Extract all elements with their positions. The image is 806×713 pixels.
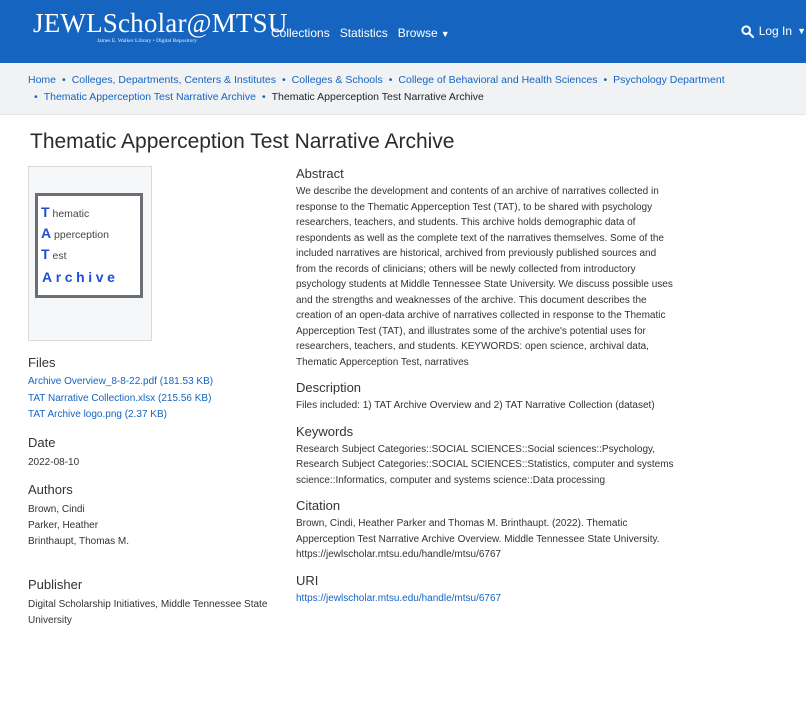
author-name: Parker, Heather	[28, 519, 99, 531]
logo-line-archive: Archive	[42, 269, 119, 285]
citation-heading: Citation	[296, 498, 341, 513]
abstract-text: We describe the development and contents…	[296, 186, 673, 368]
uri-link[interactable]: https://jewlscholar.mtsu.edu/handle/mtsu…	[296, 593, 501, 604]
file-link-overview-pdf[interactable]: Archive Overview_8-8-22.pdf (181.53 KB)	[28, 376, 213, 387]
search-icon	[741, 24, 754, 38]
logo-line-apperception: A pperception	[41, 225, 109, 241]
page-title: Thematic Apperception Test Narrative Arc…	[30, 130, 455, 153]
file-link-logo-png[interactable]: TAT Archive logo.png (2.37 KB)	[28, 409, 167, 420]
brand-title: JEWLScholar@MTSU	[33, 8, 288, 38]
right-column: Abstract We describe the development and…	[296, 166, 676, 606]
breadcrumb: Home • Colleges, Departments, Centers & In…	[0, 63, 806, 115]
publisher-value: Digital Scholarship Initiatives, Middle …	[28, 598, 268, 626]
login-button[interactable]: Log In ▼	[741, 24, 806, 38]
keywords-heading: Keywords	[296, 423, 354, 439]
abstract-heading: Abstract	[296, 166, 344, 181]
brand-subtitle: James E. Walker Library • Digital Reposi…	[97, 38, 197, 44]
site-logo[interactable]: JEWLScholar@MTSU James E. Walker Library…	[33, 8, 288, 44]
file-link-narrative-xlsx[interactable]: TAT Narrative Collection.xlsx (215.56 KB…	[28, 393, 211, 404]
breadcrumb-home[interactable]: Home	[28, 74, 56, 86]
logo-line-thematic: T hematic	[41, 204, 90, 220]
nav-collections[interactable]: Collections	[271, 26, 330, 40]
keywords-text: Research Subject Categories::SOCIAL SCIE…	[296, 443, 674, 486]
breadcrumb-separator: •	[261, 91, 266, 103]
breadcrumb-separator: •	[281, 74, 286, 86]
nav-browse[interactable]: Browse ▼	[398, 26, 450, 40]
left-column: T hematic A pperception T est Archive Fi…	[28, 166, 278, 629]
logo-line-test: T est	[41, 246, 67, 262]
breadcrumb-colleges-schools[interactable]: Colleges & Schools	[292, 74, 383, 86]
breadcrumb-colleges-departments[interactable]: Colleges, Departments, Centers & Institu…	[72, 74, 276, 86]
breadcrumb-separator: •	[34, 91, 38, 103]
authors-list: Brown, Cindi Parker, Heather Brinthaupt,…	[28, 502, 278, 550]
caret-down-icon: ▼	[440, 29, 450, 39]
site-header: JEWLScholar@MTSU James E. Walker Library…	[0, 0, 806, 63]
breadcrumb-college-behavioral[interactable]: College of Behavioral and Health Science…	[398, 74, 597, 86]
breadcrumb-psychology[interactable]: Psychology Department	[613, 74, 724, 86]
breadcrumb-current: Thematic Apperception Test Narrative Arc…	[271, 91, 484, 103]
author-name: Brown, Cindi	[28, 503, 85, 515]
caret-down-icon: ▼	[797, 26, 806, 36]
date-heading: Date	[28, 434, 56, 450]
description-heading: Description	[296, 380, 362, 395]
citation-text: Brown, Cindi, Heather Parker and Thomas …	[296, 518, 660, 560]
uri-heading: URI	[296, 572, 319, 588]
files-list: Archive Overview_8-8-22.pdf (181.53 KB) …	[28, 374, 278, 424]
breadcrumb-separator: •	[388, 74, 393, 86]
date-value: 2022-08-10	[28, 456, 80, 468]
files-heading: Files	[28, 355, 56, 370]
nav-browse-label: Browse	[397, 26, 438, 40]
login-label: Log In	[758, 24, 793, 38]
nav-statistics[interactable]: Statistics	[340, 26, 388, 40]
authors-heading: Authors	[28, 481, 73, 497]
item-thumbnail[interactable]: T hematic A pperception T est Archive	[28, 166, 152, 341]
breadcrumb-tat-collection[interactable]: Thematic Apperception Test Narrative Arc…	[44, 91, 256, 103]
breadcrumb-separator: •	[62, 74, 66, 86]
description-text: Files included: 1) TAT Archive Overview …	[296, 400, 655, 411]
tat-archive-logo: T hematic A pperception T est Archive	[35, 193, 143, 298]
publisher-heading: Publisher	[28, 576, 83, 592]
main-nav: Collections Statistics Browse ▼	[271, 26, 450, 40]
author-name: Brinthaupt, Thomas M.	[28, 535, 129, 547]
breadcrumb-separator: •	[603, 74, 608, 86]
